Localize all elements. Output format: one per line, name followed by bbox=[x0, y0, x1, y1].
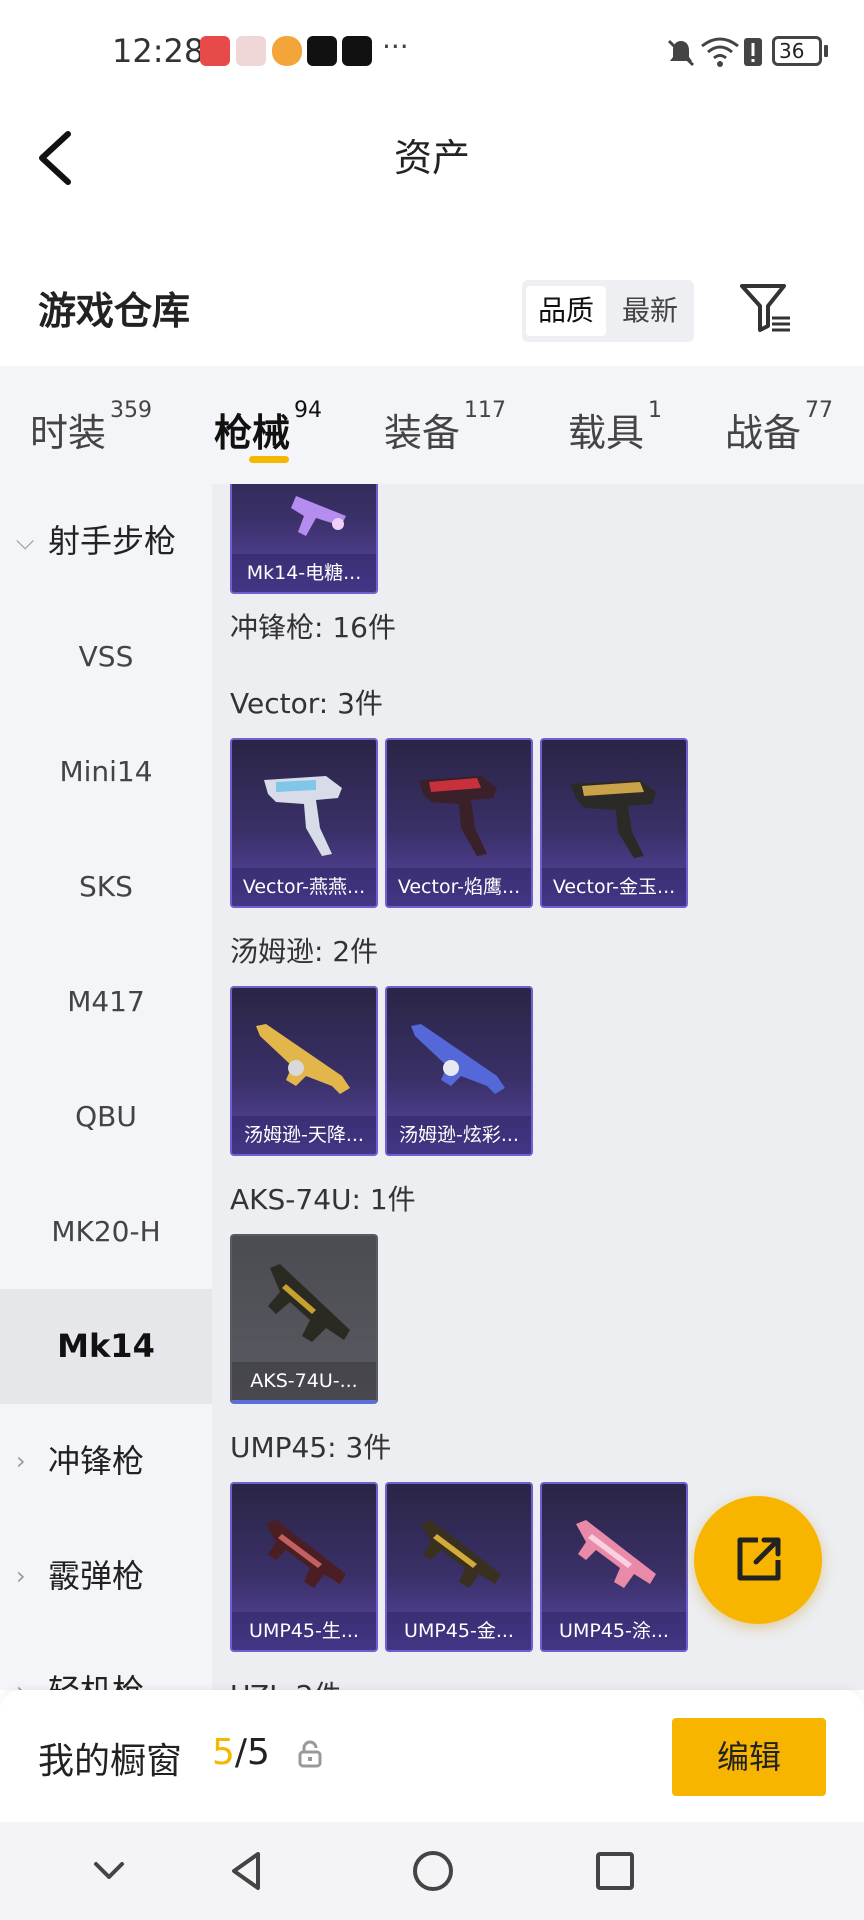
weapon-sidebar: ⌵ 射手步枪 VSS Mini14 SKS M417 QBU MK20-H Mk… bbox=[0, 484, 212, 1690]
huawei-app-icon bbox=[200, 36, 230, 66]
section-title: Vector: 3件 bbox=[230, 687, 383, 720]
battery-tip bbox=[824, 45, 828, 57]
smg-skin-icon bbox=[264, 776, 342, 856]
tab-equipment[interactable]: 装备117 bbox=[384, 398, 506, 457]
sidebar-item-qbu[interactable]: QBU bbox=[0, 1059, 212, 1174]
battery-level: 36 bbox=[779, 39, 805, 63]
edit-button[interactable]: 编辑 bbox=[672, 1718, 826, 1796]
status-time: 12:28 bbox=[112, 32, 205, 70]
ump-skin-icon bbox=[576, 1520, 656, 1588]
tab-supplies[interactable]: 战备77 bbox=[725, 398, 833, 457]
weapon-card-name: Mk14-电糖... bbox=[232, 554, 376, 592]
chevron-right-icon: › bbox=[16, 1634, 40, 1690]
weapon-card-name: UMP45-生... bbox=[232, 1612, 376, 1650]
nav-back-icon[interactable] bbox=[222, 1846, 272, 1896]
battery-icon: 36 bbox=[772, 36, 822, 66]
weapon-card[interactable]: Vector-焰鹰... bbox=[385, 738, 533, 908]
warehouse-title: 游戏仓库 bbox=[38, 289, 191, 333]
weapon-card[interactable]: 汤姆逊-炫彩... bbox=[385, 986, 533, 1156]
page-title: 资产 bbox=[393, 136, 470, 180]
sidebar-item-vss[interactable]: VSS bbox=[0, 599, 212, 714]
share-icon bbox=[737, 1537, 781, 1581]
weapon-card-name: Vector-金玉... bbox=[542, 868, 686, 906]
weapon-card[interactable]: AKS-74U-... bbox=[230, 1234, 378, 1404]
weapon-card-name: AKS-74U-... bbox=[232, 1362, 376, 1400]
lock-icon bbox=[298, 1740, 322, 1768]
sidebar-item-mini14[interactable]: Mini14 bbox=[0, 714, 212, 829]
system-nav-bar bbox=[0, 1822, 864, 1920]
share-button[interactable] bbox=[694, 1496, 822, 1624]
section-title: UZI: 2件 bbox=[230, 1674, 342, 1690]
sidebar-group-smg[interactable]: › 冲锋枪 bbox=[0, 1404, 212, 1519]
tab-firearms[interactable]: 枪械94 bbox=[214, 398, 322, 457]
status-bar: 12:28 ··· 36 bbox=[0, 0, 864, 104]
warehouse-header: 游戏仓库 品质 最新 bbox=[0, 254, 864, 366]
sidebar-item-m417[interactable]: M417 bbox=[0, 944, 212, 1059]
tab-vehicles[interactable]: 载具1 bbox=[568, 398, 662, 457]
sidebar-group-lmg[interactable]: › 轻机枪 bbox=[0, 1634, 212, 1690]
filter-icon[interactable] bbox=[738, 280, 792, 334]
tab-outfits[interactable]: 时装359 bbox=[30, 398, 152, 457]
weapon-card-name: 汤姆逊-炫彩... bbox=[387, 1116, 531, 1154]
mute-bell-icon bbox=[667, 39, 695, 67]
tiktok-icon bbox=[307, 36, 337, 66]
more-notifications-icon: ··· bbox=[382, 30, 409, 63]
chevron-right-icon: › bbox=[16, 1447, 26, 1475]
sidebar-item-sks[interactable]: SKS bbox=[0, 829, 212, 944]
sort-quality-button[interactable]: 品质 bbox=[526, 286, 606, 336]
smg-skin-icon bbox=[570, 780, 656, 858]
weapon-card-name: Vector-焰鹰... bbox=[387, 868, 531, 906]
weapon-card[interactable]: UMP45-涂... bbox=[540, 1482, 688, 1652]
nav-recents-icon[interactable] bbox=[590, 1846, 640, 1896]
sort-newest-button[interactable]: 最新 bbox=[610, 286, 690, 336]
nav-home-icon[interactable] bbox=[408, 1846, 458, 1896]
weapon-card[interactable]: Vector-燕燕... bbox=[230, 738, 378, 908]
tommy-gun-skin-icon bbox=[256, 1024, 350, 1094]
section-title: AKS-74U: 1件 bbox=[230, 1183, 416, 1216]
ump-skin-icon bbox=[266, 1520, 346, 1588]
showcase-count: 5/5 bbox=[212, 1732, 270, 1773]
weapon-card-name: Vector-燕燕... bbox=[232, 868, 376, 906]
weapon-card-name: 汤姆逊-天降... bbox=[232, 1116, 376, 1154]
top-bar: 资产 bbox=[0, 104, 864, 254]
tiktok-icon bbox=[342, 36, 372, 66]
chevron-down-icon[interactable] bbox=[84, 1846, 134, 1896]
showcase-bar: 我的橱窗 5/5 编辑 bbox=[0, 1690, 864, 1822]
tommy-gun-skin-icon bbox=[411, 1024, 505, 1094]
weapon-card[interactable]: Mk14-电糖... bbox=[230, 484, 378, 594]
active-tab-indicator bbox=[249, 456, 289, 463]
weapon-card[interactable]: Vector-金玉... bbox=[540, 738, 688, 908]
sidebar-group-shotgun[interactable]: › 霰弹枪 bbox=[0, 1519, 212, 1634]
category-tabs: 时装359 枪械94 装备117 载具1 战备77 bbox=[0, 366, 864, 484]
chevron-down-icon: ⌵ bbox=[16, 527, 35, 555]
alert-icon bbox=[744, 38, 762, 66]
rifle-skin-icon bbox=[268, 1264, 350, 1342]
wifi-icon bbox=[701, 37, 739, 67]
sidebar-item-mk20h[interactable]: MK20-H bbox=[0, 1174, 212, 1289]
gift-app-icon bbox=[236, 36, 266, 66]
category-count: 冲锋枪: 16件 bbox=[230, 611, 396, 644]
weapon-card[interactable]: 汤姆逊-天降... bbox=[230, 986, 378, 1156]
ump-skin-icon bbox=[421, 1520, 501, 1588]
weapon-card[interactable]: UMP45-生... bbox=[230, 1482, 378, 1652]
weapon-card-name: UMP45-涂... bbox=[542, 1612, 686, 1650]
section-title: UMP45: 3件 bbox=[230, 1431, 392, 1464]
sidebar-group-marksman[interactable]: ⌵ 射手步枪 bbox=[0, 484, 212, 599]
smg-skin-icon bbox=[419, 776, 497, 856]
section-title: 汤姆逊: 2件 bbox=[230, 935, 379, 968]
showcase-label: 我的橱窗 bbox=[38, 1741, 183, 1782]
sidebar-item-mk14[interactable]: Mk14 bbox=[0, 1289, 212, 1404]
weapon-card[interactable]: UMP45-金... bbox=[385, 1482, 533, 1652]
game-app-icon bbox=[272, 36, 302, 66]
weapon-card-name: UMP45-金... bbox=[387, 1612, 531, 1650]
chevron-right-icon: › bbox=[16, 1562, 26, 1590]
sort-toggle: 品质 最新 bbox=[522, 280, 694, 342]
